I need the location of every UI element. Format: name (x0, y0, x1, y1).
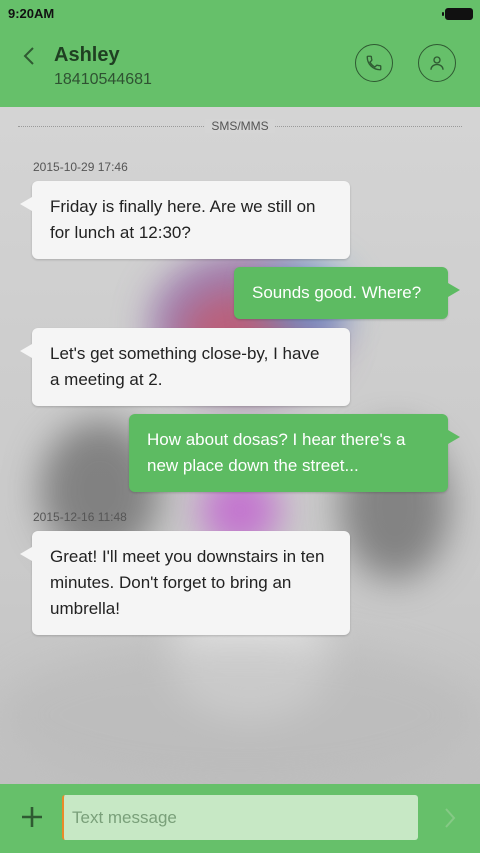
message-text: Let's get something close-by, I have a m… (50, 344, 320, 389)
message-input[interactable] (62, 795, 418, 840)
add-attachment-button[interactable] (18, 803, 46, 831)
battery-icon (442, 8, 473, 20)
chevron-left-icon (23, 47, 34, 65)
status-time: 9:20AM (8, 6, 55, 21)
message-text: Sounds good. Where? (252, 283, 422, 302)
outgoing-message[interactable]: Sounds good. Where? (234, 267, 460, 319)
header-bar: 9:20AM Ashley 18410544681 (0, 0, 480, 107)
message-text: Friday is finally here. Are we still on … (50, 197, 316, 242)
send-button[interactable] (438, 804, 462, 832)
contact-number: 18410544681 (54, 71, 152, 88)
incoming-message[interactable]: Great! I'll meet you downstairs in ten m… (20, 531, 350, 635)
message-timestamp: 2015-10-29 17:46 (33, 160, 128, 174)
contact-name: Ashley (54, 44, 120, 66)
message-timestamp: 2015-12-16 11:48 (33, 510, 127, 524)
call-button[interactable] (355, 44, 393, 82)
status-bar: 9:20AM (0, 0, 480, 28)
plus-icon (22, 807, 42, 827)
outgoing-message[interactable]: How about dosas? I hear there's a new pl… (129, 414, 460, 492)
incoming-message[interactable]: Let's get something close-by, I have a m… (20, 328, 350, 406)
composer-bar (0, 784, 480, 853)
channel-label: SMS/MMS (0, 119, 480, 133)
message-text: How about dosas? I hear there's a new pl… (147, 430, 406, 475)
back-button[interactable] (14, 40, 44, 72)
chevron-right-icon (445, 808, 456, 828)
contact-details-button[interactable] (418, 44, 456, 82)
incoming-message[interactable]: Friday is finally here. Are we still on … (20, 181, 350, 259)
person-icon (430, 56, 444, 70)
message-text: Great! I'll meet you downstairs in ten m… (50, 547, 325, 618)
phone-icon (366, 55, 382, 71)
channel-label-text: SMS/MMS (205, 119, 275, 133)
